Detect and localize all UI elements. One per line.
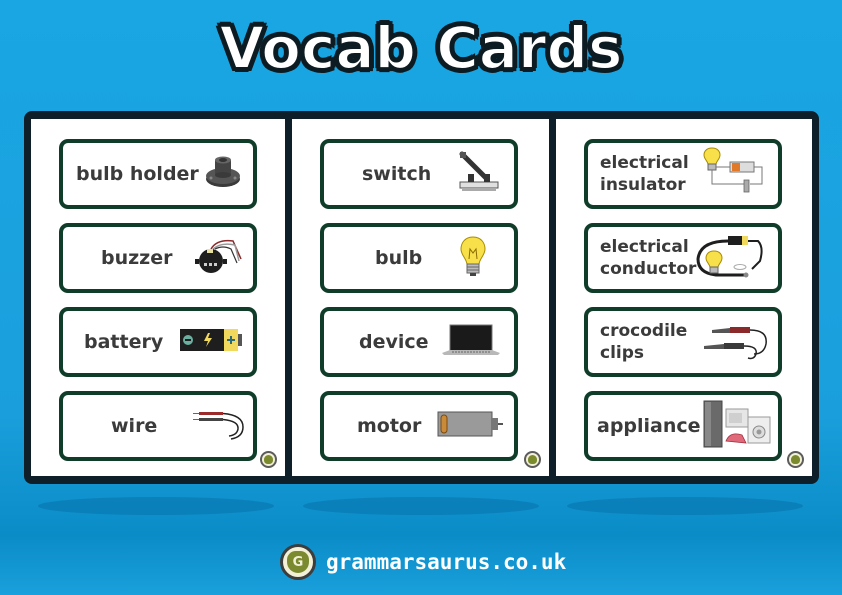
card-label: electrical conductor xyxy=(600,236,696,280)
card-label: battery xyxy=(84,331,164,353)
card-label: bulb holder xyxy=(76,163,199,185)
vocab-card-electrical-insulator[interactable]: electrical insulator xyxy=(584,139,782,209)
vocab-card-appliance[interactable]: appliance xyxy=(584,391,782,461)
card-label-line-1: crocodile xyxy=(600,321,688,341)
vocab-card-buzzer[interactable]: buzzer xyxy=(59,223,257,293)
vocab-panel-3: electrical insulator electrical conducto… xyxy=(556,119,812,476)
card-label: crocodile clips xyxy=(600,320,687,364)
vocab-card-crocodile-clips[interactable]: crocodile clips xyxy=(584,307,782,377)
card-label: device xyxy=(359,331,429,353)
board-shadow xyxy=(38,497,274,515)
board-shadow xyxy=(303,497,539,515)
switch-icon xyxy=(458,150,500,198)
page-title: Vocab Cards xyxy=(218,13,623,83)
card-label: switch xyxy=(362,163,432,185)
card-label: appliance xyxy=(597,415,701,437)
card-label-line-2: clips xyxy=(600,343,645,363)
buzzer-icon xyxy=(193,237,243,279)
card-label-line-2: insulator xyxy=(600,175,686,195)
motor-icon xyxy=(436,410,504,442)
vocab-card-battery[interactable]: battery xyxy=(59,307,257,377)
vocab-card-device[interactable]: device xyxy=(320,307,518,377)
card-label: bulb xyxy=(375,247,423,269)
card-label-line-1: electrical xyxy=(600,153,689,173)
bulb-holder-icon xyxy=(203,154,243,194)
vocab-board: bulb holder buzzer battery wire switch b… xyxy=(24,111,819,484)
vocab-card-electrical-conductor[interactable]: electrical conductor xyxy=(584,223,782,293)
grammarsaurus-logo-icon xyxy=(787,451,804,468)
insulator-circuit-icon xyxy=(702,146,766,202)
website-link[interactable]: grammarsaurus.co.uk xyxy=(326,550,566,574)
board-shadow xyxy=(567,497,803,515)
vocab-card-switch[interactable]: switch xyxy=(320,139,518,209)
card-label-line-1: electrical xyxy=(600,237,689,257)
vocab-panel-1: bulb holder buzzer battery wire xyxy=(31,119,285,476)
logo-letter: G xyxy=(287,551,309,573)
battery-icon xyxy=(179,327,243,357)
appliances-icon xyxy=(702,399,772,453)
vocab-card-wire[interactable]: wire xyxy=(59,391,257,461)
footer: G grammarsaurus.co.uk xyxy=(280,542,566,582)
vocab-panel-2: switch bulb device motor xyxy=(292,119,549,476)
vocab-card-bulb[interactable]: bulb xyxy=(320,223,518,293)
laptop-icon xyxy=(440,323,502,361)
crocodile-clips-icon xyxy=(702,318,772,366)
card-label: buzzer xyxy=(101,247,173,269)
card-label: motor xyxy=(357,415,422,437)
bulb-icon xyxy=(460,235,486,281)
grammarsaurus-logo-icon xyxy=(260,451,277,468)
vocab-card-bulb-holder[interactable]: bulb holder xyxy=(59,139,257,209)
grammarsaurus-logo-icon xyxy=(524,451,541,468)
card-label: electrical insulator xyxy=(600,152,689,196)
conductor-circuit-icon xyxy=(694,231,766,285)
wire-icon xyxy=(191,407,249,445)
card-label-line-2: conductor xyxy=(600,259,697,279)
vocab-card-motor[interactable]: motor xyxy=(320,391,518,461)
grammarsaurus-logo-icon: G xyxy=(280,544,316,580)
card-label: wire xyxy=(111,415,158,437)
